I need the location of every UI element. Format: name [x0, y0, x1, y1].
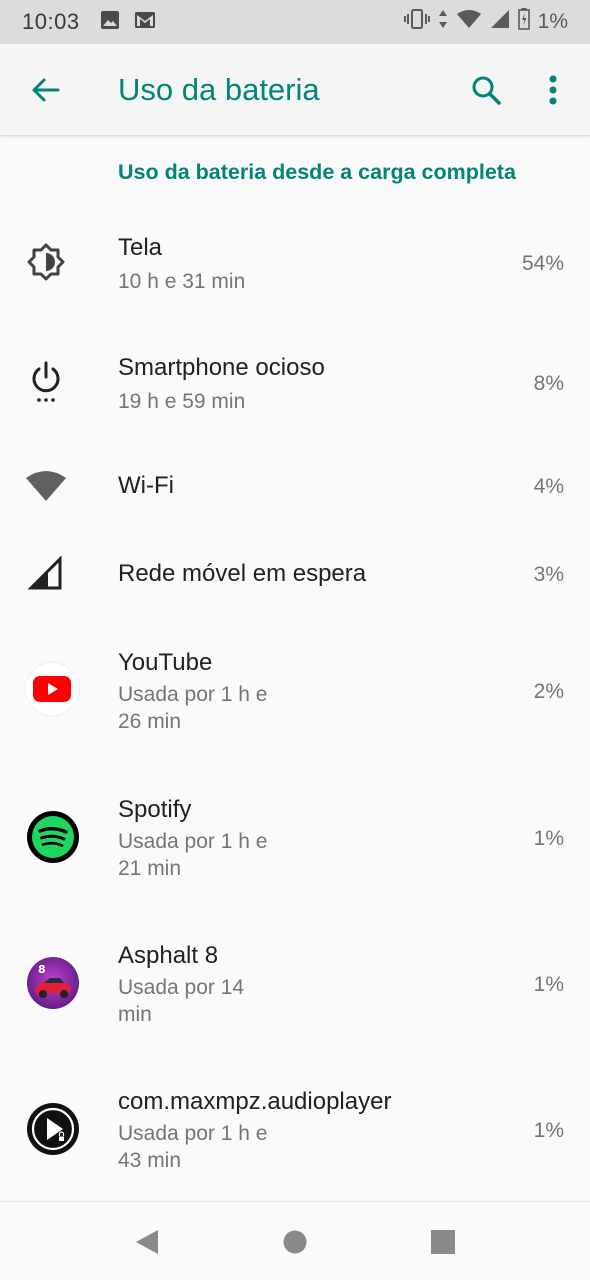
item-title: Asphalt 8 — [118, 942, 219, 969]
list-item-smartphone-ocioso[interactable]: Smartphone ocioso 19 h e 59 min 8% — [0, 340, 590, 440]
section-header: Uso da bateria desde a carga completa — [118, 160, 516, 184]
status-time: 10:03 — [22, 9, 80, 34]
item-subtitle: 19 h e 59 min — [118, 390, 246, 413]
youtube-icon — [26, 663, 78, 715]
item-subtitle: 10 h e 31 min — [118, 270, 246, 293]
cell-signal-icon — [22, 550, 70, 598]
search-icon[interactable] — [466, 70, 506, 110]
item-percent: 4% — [533, 475, 564, 498]
list-item-asphalt[interactable]: 8 Asphalt 8 Usada por 14 min 1% — [0, 928, 590, 1048]
app-bar: Uso da bateria — [0, 44, 590, 136]
item-subtitle-line2: 26 min — [118, 710, 182, 733]
list-item-tela[interactable]: Tela 10 h e 31 min 54% — [0, 220, 590, 320]
item-subtitle-line2: 21 min — [118, 857, 182, 880]
item-subtitle-line2: 43 min — [118, 1149, 182, 1172]
item-percent: 8% — [533, 372, 564, 395]
item-title: Smartphone ocioso — [118, 354, 325, 381]
status-bar: 10:03 1% — [0, 0, 590, 44]
back-triangle-icon[interactable] — [132, 1227, 162, 1257]
asphalt-icon: 8 — [26, 956, 80, 1010]
gmail-icon — [134, 11, 156, 34]
image-icon — [100, 10, 120, 35]
battery-percent: 1% — [537, 10, 568, 33]
list-item-audioplayer[interactable]: com.maxmpz.audioplayer Usada por 1 h e 4… — [0, 1074, 590, 1194]
item-title: Spotify — [118, 796, 192, 823]
spotify-icon — [26, 810, 80, 864]
back-arrow-icon[interactable] — [26, 70, 66, 110]
item-title: Wi-Fi — [118, 472, 174, 499]
list-item-rede-movel[interactable]: Rede móvel em espera 3% — [0, 538, 590, 610]
vibrate-icon — [403, 9, 430, 35]
more-vert-icon[interactable] — [538, 70, 568, 110]
item-percent: 3% — [533, 563, 564, 586]
item-subtitle-line2: min — [118, 1003, 152, 1026]
page-title: Uso da bateria — [118, 72, 320, 107]
home-circle-icon[interactable] — [280, 1227, 310, 1257]
brightness-icon — [22, 238, 70, 286]
battery-icon — [517, 8, 530, 36]
item-percent: 54% — [521, 252, 564, 275]
audioplayer-icon — [26, 1102, 80, 1156]
item-title: Tela — [118, 234, 163, 261]
recents-square-icon[interactable] — [428, 1227, 458, 1257]
data-arrows-icon — [438, 9, 448, 35]
power-idle-icon — [22, 358, 70, 406]
item-subtitle-line1: Usada por 1 h e — [118, 830, 268, 853]
wifi-icon — [22, 462, 70, 510]
list-item-spotify[interactable]: Spotify Usada por 1 h e 21 min 1% — [0, 782, 590, 902]
item-percent: 2% — [533, 680, 564, 703]
wifi-status-icon — [456, 9, 482, 35]
navigation-bar — [0, 1201, 590, 1280]
svg-text:8: 8 — [38, 963, 46, 976]
item-percent: 1% — [533, 973, 564, 996]
item-subtitle-line1: Usada por 1 h e — [118, 683, 268, 706]
item-title: com.maxmpz.audioplayer — [118, 1088, 392, 1115]
item-percent: 1% — [533, 827, 564, 850]
item-subtitle-line1: Usada por 1 h e — [118, 1122, 268, 1145]
list-item-youtube[interactable]: YouTube Usada por 1 h e 26 min 2% — [0, 635, 590, 755]
item-percent: 1% — [533, 1119, 564, 1142]
signal-status-icon — [490, 9, 510, 35]
item-title: Rede móvel em espera — [118, 560, 367, 587]
item-title: YouTube — [118, 649, 213, 676]
item-subtitle-line1: Usada por 14 — [118, 976, 245, 999]
list-item-wifi[interactable]: Wi-Fi 4% — [0, 450, 590, 522]
